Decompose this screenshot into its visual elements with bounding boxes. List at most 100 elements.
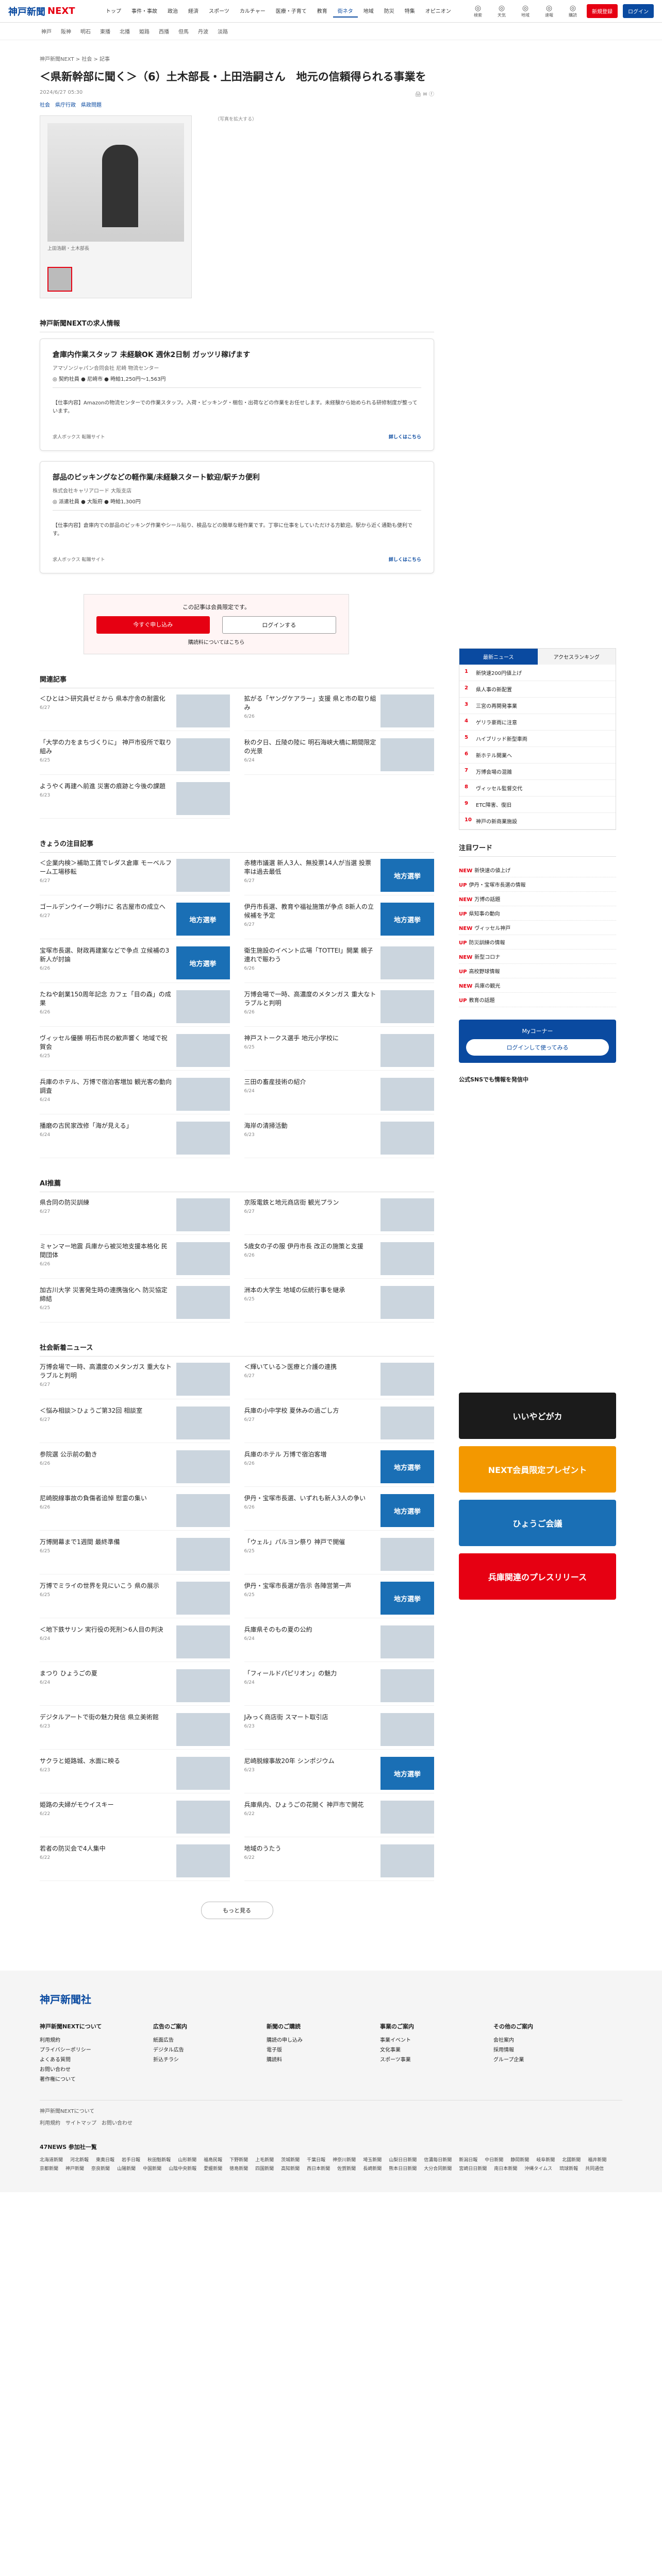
rank-title[interactable]: ゲリラ豪雨に注意 xyxy=(476,718,517,726)
footer-link[interactable]: 採用情報 xyxy=(493,2045,581,2055)
keyword-text[interactable]: 教育の話題 xyxy=(469,998,494,1004)
region-link[interactable]: 明石 xyxy=(80,27,91,35)
item-title[interactable]: 「大学の力をまちづくりに」 神戸市役所で取り組み xyxy=(40,738,172,756)
footer-logo[interactable]: 神戸新聞社 xyxy=(40,1991,622,2006)
rank-title[interactable]: 県人事の新配置 xyxy=(476,685,512,693)
keyword-item[interactable]: NEW ヴィッセル神戸 xyxy=(459,921,616,935)
item-title[interactable]: 拡がる「ヤングケアラー」支援 県と市の取り組み xyxy=(244,694,377,712)
item-title[interactable]: 尼崎脱線事故の負傷者追悼 慰霊の集い xyxy=(40,1494,172,1503)
ranking-item[interactable]: 10 神戸の新商業施設 xyxy=(459,813,616,829)
list-item[interactable]: ようやく再建へ前進 災害の痕跡と今後の課題 6/23 xyxy=(40,782,230,819)
footer-link[interactable]: よくある質問 xyxy=(40,2055,127,2065)
keyword-item[interactable]: UP 高校野球情報 xyxy=(459,964,616,978)
item-title[interactable]: 兵庫のホテル、万博で宿泊客増加 観光客の動向調査 xyxy=(40,1078,172,1095)
list-item[interactable]: 「フィールドパピリオン」の魅力 6/24 xyxy=(244,1669,434,1706)
nav-item[interactable]: 特集 xyxy=(400,5,420,18)
nav-item[interactable]: 経済 xyxy=(184,5,203,18)
list-item[interactable]: 万博会場で一時、高濃度のメタンガス 重大なトラブルと判明 6/26 xyxy=(244,990,434,1027)
nav-item[interactable]: 教育 xyxy=(312,5,332,18)
member-link[interactable]: 山陰中央新報 xyxy=(169,2165,196,2172)
footer-link[interactable]: グループ企業 xyxy=(493,2055,581,2065)
footer-link[interactable]: お問い合わせ xyxy=(40,2065,127,2075)
list-item[interactable]: ＜企業内検＞補助工賃でレダス倉庫 モーベルフーム工場移転 6/27 xyxy=(40,859,230,896)
keyword-text[interactable]: 兵庫の観光 xyxy=(474,984,500,989)
rank-title[interactable]: 新ホテル開業へ xyxy=(476,751,512,759)
rank-title[interactable]: 万博会場の混雑 xyxy=(476,768,512,775)
tab-ranking[interactable]: アクセスランキング xyxy=(537,649,616,665)
member-link[interactable]: 福島民報 xyxy=(204,2156,222,2163)
ranking-item[interactable]: 4 ゲリラ豪雨に注意 xyxy=(459,714,616,731)
item-title[interactable]: 三田の畜産技術の紹介 xyxy=(244,1078,377,1087)
region-link[interactable]: 阪神 xyxy=(61,27,71,35)
header-icon[interactable]: ◎ 速報 xyxy=(540,4,558,18)
list-item[interactable]: ＜地下鉄サリン 実行役の死刑＞6人目の判決 6/24 xyxy=(40,1625,230,1663)
keyword-item[interactable]: UP 県知事の動向 xyxy=(459,906,616,921)
list-item[interactable]: 5歳女の子の服 伊丹市長 改正の施策と支援 6/26 xyxy=(244,1242,434,1279)
item-title[interactable]: ミャンマー地震 兵庫から被災地支援本格化 民間団体 xyxy=(40,1242,172,1260)
keyword-item[interactable]: UP 伊丹・宝塚市長選の情報 xyxy=(459,877,616,892)
nav-item[interactable]: 街ネタ xyxy=(333,5,358,18)
job-card[interactable]: 倉庫内作業スタッフ 未経験OK 週休2日制 ガッツリ稼げます アマゾンジャパン合同… xyxy=(40,338,434,451)
list-item[interactable]: 地域のうたう 6/22 xyxy=(244,1844,434,1882)
list-item[interactable]: 三田の畜産技術の紹介 6/24 xyxy=(244,1078,434,1115)
list-item[interactable]: 兵庫県内、ひょうごの花開く 神戸市で開花 6/22 xyxy=(244,1801,434,1838)
footer-links[interactable]: 利用規約 サイトマップ お問い合わせ xyxy=(40,2119,622,2126)
sidebar-banner[interactable]: ひょうご会議 xyxy=(459,1500,616,1546)
list-item[interactable]: 尼崎脱線事故の負傷者追悼 慰霊の集い 6/26 xyxy=(40,1494,230,1531)
item-title[interactable]: 尼崎脱線事故20年 シンポジウム xyxy=(244,1757,377,1766)
ranking-item[interactable]: 2 県人事の新配置 xyxy=(459,681,616,698)
item-title[interactable]: 姫路の夫婦がモウイスキー xyxy=(40,1801,172,1809)
list-item[interactable]: 若者の防災会で4人集中 6/22 xyxy=(40,1844,230,1882)
region-link[interactable]: 但馬 xyxy=(178,27,189,35)
item-title[interactable]: 衛生施設のイベント広場「TOTTEI」開業 親子連れで賑わう xyxy=(244,946,377,964)
list-item[interactable]: 万博会場で一時、高濃度のメタンガス 重大なトラブルと判明 6/27 xyxy=(40,1363,230,1400)
item-title[interactable]: 万博でミライの世界を見にいこう 県の展示 xyxy=(40,1582,172,1590)
ranking-item[interactable]: 5 ハイブリッド新型車両 xyxy=(459,731,616,747)
member-link[interactable]: 山陽新聞 xyxy=(117,2165,136,2172)
member-link[interactable]: 南日本新聞 xyxy=(494,2165,517,2172)
item-title[interactable]: 参院選 公示前の動き xyxy=(40,1450,172,1459)
member-link[interactable]: 四国新聞 xyxy=(255,2165,274,2172)
item-title[interactable]: 若者の防災会で4人集中 xyxy=(40,1844,172,1853)
sidebar-banner[interactable]: いいやどがカ xyxy=(459,1393,616,1439)
member-link[interactable]: 中日新聞 xyxy=(485,2156,503,2163)
member-link[interactable]: 神奈川新聞 xyxy=(333,2156,356,2163)
list-item[interactable]: 万博でミライの世界を見にいこう 県の展示 6/25 xyxy=(40,1582,230,1619)
item-title[interactable]: ＜企業内検＞補助工賃でレダス倉庫 モーベルフーム工場移転 xyxy=(40,859,172,876)
member-link[interactable]: 岩手日報 xyxy=(122,2156,140,2163)
member-link[interactable]: 福井新聞 xyxy=(588,2156,606,2163)
member-link[interactable]: 徳島新聞 xyxy=(229,2165,248,2172)
subscribe-button[interactable]: 今すぐ申し込み xyxy=(96,616,210,634)
sidebar-banner[interactable]: NEXT会員限定プレゼント xyxy=(459,1446,616,1493)
region-link[interactable]: 丹波 xyxy=(198,27,208,35)
item-title[interactable]: 5歳女の子の服 伊丹市長 改正の施策と支援 xyxy=(244,1242,377,1251)
keyword-text[interactable]: 高校野球情報 xyxy=(469,969,500,975)
list-item[interactable]: 拡がる「ヤングケアラー」支援 県と市の取り組み 6/26 xyxy=(244,694,434,732)
item-title[interactable]: 県合同の防災訓練 xyxy=(40,1198,172,1207)
member-link[interactable]: 茨城新聞 xyxy=(281,2156,300,2163)
share-icons[interactable]: 🖨 ✉ ⓕ xyxy=(415,90,434,97)
nav-item[interactable]: 政治 xyxy=(163,5,183,18)
list-item[interactable]: 赤穂市議選 新人3人、無投票14人が当選 投票率は過去最低 6/27 地方選挙 xyxy=(244,859,434,896)
keyword-text[interactable]: ヴィッセル神戸 xyxy=(474,926,510,931)
item-title[interactable]: ＜輝いている＞医療と介護の連携 xyxy=(244,1363,377,1371)
item-title[interactable]: 播磨の古民家改修「海が見える」 xyxy=(40,1122,172,1130)
register-button[interactable]: 新規登録 xyxy=(587,4,618,18)
keyword-text[interactable]: 伊丹・宝塚市長選の情報 xyxy=(469,883,525,888)
list-item[interactable]: 「ウェル」パルヨン祭り 神戸で開催 6/25 xyxy=(244,1538,434,1575)
item-title[interactable]: 伊丹・宝塚市長選、いずれも新人3人の争い xyxy=(244,1494,377,1503)
list-item[interactable]: 加古川大学 災害発生時の連携強化へ 防災協定締結 6/25 xyxy=(40,1286,230,1323)
list-item[interactable]: 尼崎脱線事故20年 シンポジウム 6/23 地方選挙 xyxy=(244,1757,434,1794)
member-link[interactable]: 北國新聞 xyxy=(562,2156,581,2163)
nav-item[interactable]: 防災 xyxy=(379,5,399,18)
site-logo[interactable]: 神戸新聞 NEXT xyxy=(8,5,96,18)
list-item[interactable]: 県合同の防災訓練 6/27 xyxy=(40,1198,230,1235)
item-title[interactable]: まつり ひょうごの夏 xyxy=(40,1669,172,1678)
job-card[interactable]: 部品のピッキングなどの軽作業/未経験スタート歓迎/駅チカ便利 株式会社キャリアロー… xyxy=(40,461,434,574)
member-link[interactable]: 岐阜新聞 xyxy=(536,2156,555,2163)
item-title[interactable]: Jみっく商店街 スマート取引店 xyxy=(244,1713,377,1722)
footer-link[interactable]: 文化事業 xyxy=(380,2045,468,2055)
nav-item[interactable]: カルチャー xyxy=(235,5,270,18)
list-item[interactable]: たねや創業150周年記念 カフェ「目の森」の成果 6/26 xyxy=(40,990,230,1027)
ranking-item[interactable]: 6 新ホテル開業へ xyxy=(459,747,616,764)
